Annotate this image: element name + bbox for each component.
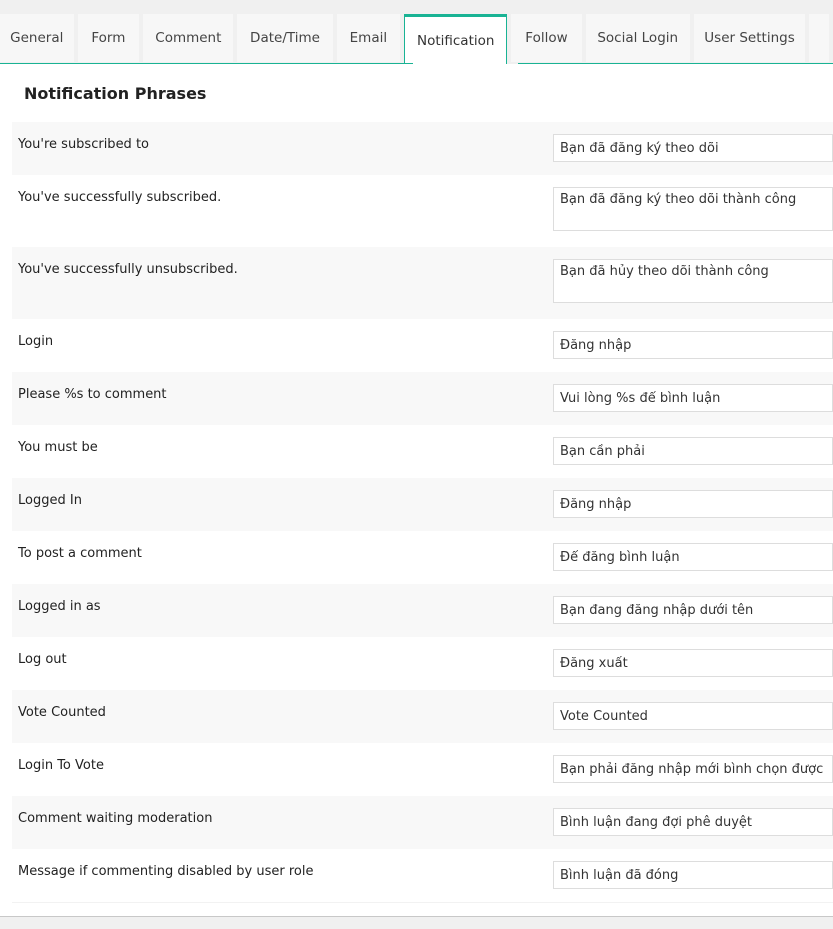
- phrase-row: To post a comment: [12, 531, 833, 584]
- phrase-row: Logged In: [12, 478, 833, 531]
- tab-label: Form: [91, 30, 126, 46]
- phrase-input-logged-in[interactable]: [553, 490, 833, 518]
- phrase-label: Vote Counted: [18, 705, 106, 720]
- phrase-row: Vote Counted: [12, 690, 833, 743]
- phrase-label: Logged In: [18, 493, 82, 508]
- tab-date-time[interactable]: Date/Time: [237, 14, 333, 62]
- phrase-row: Logged in as: [12, 584, 833, 637]
- phrase-row: Login To Vote: [12, 743, 833, 796]
- phrase-row: Comment waiting moderation: [12, 796, 833, 849]
- tab-label: Follow: [525, 30, 568, 46]
- phrase-input-logged-in-as[interactable]: [553, 596, 833, 624]
- tab-label: Social Login: [597, 30, 679, 46]
- tab-email[interactable]: Email: [336, 14, 401, 62]
- tab-overflow[interactable]: [809, 14, 829, 62]
- phrase-row: You must be: [12, 425, 833, 478]
- phrase-row: Login: [12, 319, 833, 372]
- tab-label: Date/Time: [250, 30, 320, 46]
- phrase-row: Log out: [12, 637, 833, 690]
- phrase-label: Logged in as: [18, 599, 101, 614]
- tab-comment[interactable]: Comment: [143, 14, 234, 62]
- phrase-row: You've successfully unsubscribed. Bạn đã…: [12, 247, 833, 319]
- phrase-input-please-comment[interactable]: [553, 384, 833, 412]
- phrase-label: Log out: [18, 652, 67, 667]
- phrase-input-vote-counted[interactable]: [553, 702, 833, 730]
- phrase-input-waiting-moderation[interactable]: [553, 808, 833, 836]
- phrase-label: Login To Vote: [18, 758, 104, 773]
- tab-form[interactable]: Form: [77, 14, 140, 62]
- settings-tab-bar: General Form Comment Date/Time Email Not…: [0, 14, 833, 64]
- phrase-label: You've successfully subscribed.: [18, 190, 222, 205]
- phrase-label: Comment waiting moderation: [18, 811, 213, 826]
- tab-label: Notification: [416, 32, 495, 49]
- phrase-label: You're subscribed to: [18, 137, 149, 152]
- tab-label: Email: [349, 30, 388, 46]
- tab-label: General: [10, 30, 64, 46]
- phrases-table: You're subscribed to You've successfully…: [12, 122, 833, 903]
- phrase-input-login[interactable]: [553, 331, 833, 359]
- tab-follow[interactable]: Follow: [511, 14, 582, 62]
- phrase-input-must-be[interactable]: [553, 437, 833, 465]
- phrase-row: You've successfully subscribed. Bạn đã đ…: [12, 175, 833, 247]
- phrase-row: Please %s to comment: [12, 372, 833, 425]
- phrase-label: To post a comment: [18, 546, 142, 561]
- phrase-label: You've successfully unsubscribed.: [18, 262, 238, 277]
- phrase-input-commenting-disabled[interactable]: [553, 861, 833, 889]
- phrase-row: Message if commenting disabled by user r…: [12, 849, 833, 902]
- tab-general[interactable]: General: [0, 14, 74, 62]
- phrase-input-login-to-vote[interactable]: [553, 755, 833, 783]
- tab-social-login[interactable]: Social Login: [585, 14, 690, 62]
- phrase-textarea-subscribed[interactable]: Bạn đã đăng ký theo dõi thành công: [553, 187, 833, 231]
- phrase-row: You're subscribed to: [12, 122, 833, 175]
- tab-notification[interactable]: Notification: [404, 14, 508, 64]
- phrase-input-log-out[interactable]: [553, 649, 833, 677]
- notification-panel: Notification Phrases You're subscribed t…: [0, 64, 833, 916]
- tab-user-settings[interactable]: User Settings: [693, 14, 806, 62]
- phrase-textarea-unsubscribed[interactable]: Bạn đã hủy theo dõi thành công: [553, 259, 833, 303]
- tab-label: User Settings: [704, 30, 795, 46]
- panel-bottom-border: [0, 916, 833, 917]
- section-title: Notification Phrases: [24, 84, 207, 103]
- tab-label: Comment: [155, 30, 222, 46]
- phrase-label: Message if commenting disabled by user r…: [18, 864, 314, 879]
- phrase-label: Login: [18, 334, 54, 349]
- phrase-input-post-comment[interactable]: [553, 543, 833, 571]
- phrase-label: You must be: [18, 440, 98, 455]
- phrase-label: Please %s to comment: [18, 387, 167, 402]
- phrase-input-subscribed-to[interactable]: [553, 134, 833, 162]
